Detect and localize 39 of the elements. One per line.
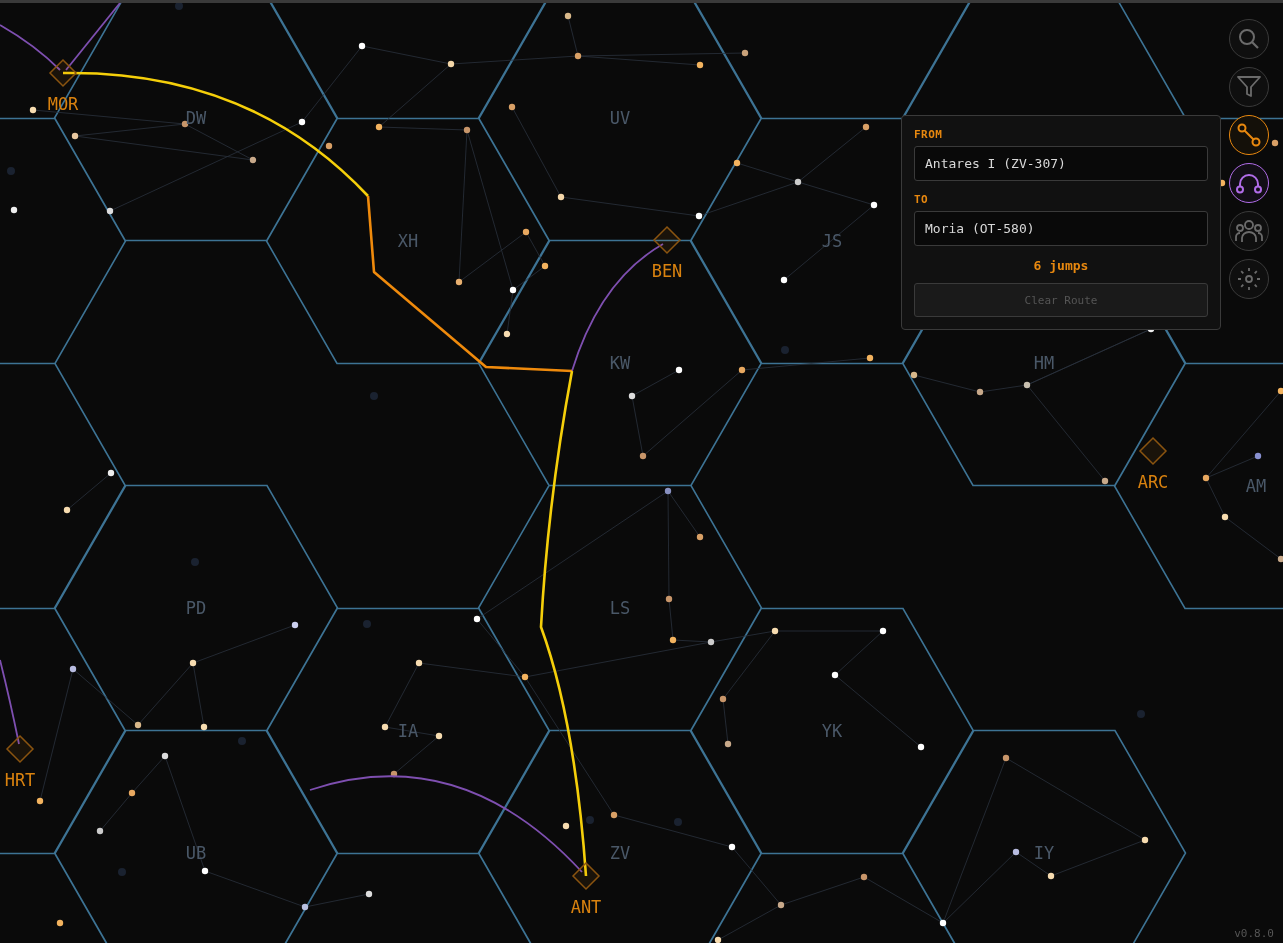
sector-label: XH [397, 231, 419, 251]
sector-label: ZV [609, 843, 631, 863]
system-label[interactable]: BEN [651, 261, 683, 281]
factions-button[interactable] [1229, 211, 1269, 251]
sector-label: IY [1033, 843, 1055, 863]
sector-label: UB [185, 843, 207, 863]
sector-label: HM [1033, 353, 1055, 373]
jump-count: 6 jumps [1032, 258, 1090, 273]
sector-label: UV [609, 108, 631, 128]
diamond-icon[interactable] [571, 861, 601, 891]
route-button[interactable] [1229, 115, 1269, 155]
system-label[interactable]: ANT [570, 897, 602, 917]
from-label: FROM [914, 128, 944, 141]
search-button[interactable] [1229, 19, 1269, 59]
system-label[interactable]: ARC [1137, 472, 1169, 492]
system-label[interactable]: HRT [4, 770, 36, 790]
from-field[interactable]: Antares I (ZV-307) [914, 146, 1208, 181]
wormhole-button[interactable] [1229, 163, 1269, 203]
to-field[interactable]: Moria (OT-580) [914, 211, 1208, 246]
settings-button[interactable] [1229, 259, 1269, 299]
sector-label: AM [1245, 476, 1267, 496]
filter-icon [1237, 76, 1261, 98]
diamond-icon[interactable] [48, 58, 78, 88]
search-icon [1238, 28, 1260, 50]
sector-label: PD [185, 598, 207, 618]
wormhole-link [0, 24, 61, 71]
people-icon [1235, 219, 1263, 243]
filter-button[interactable] [1229, 67, 1269, 107]
route-icon [1237, 123, 1261, 147]
sector-label: YK [821, 721, 843, 741]
to-label: TO [914, 193, 930, 206]
sector-label: KW [609, 353, 631, 373]
sector-label: IA [397, 721, 419, 741]
settings-icon [1237, 267, 1261, 291]
sector-label: DW [185, 108, 207, 128]
version-label: v0.8.0 [1234, 927, 1274, 940]
arch-icon [1236, 172, 1262, 194]
sector-label: JS [821, 231, 843, 251]
sector-label: LS [609, 598, 631, 618]
